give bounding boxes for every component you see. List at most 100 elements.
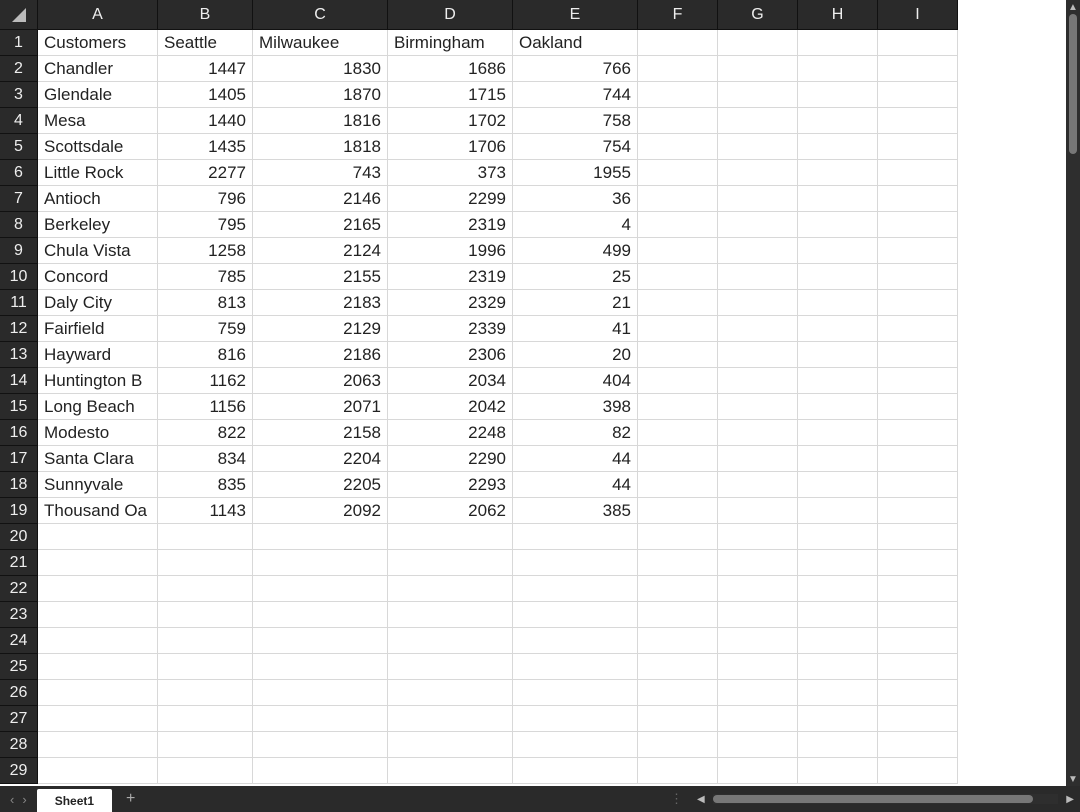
- cell-F4[interactable]: [638, 108, 718, 134]
- cell-G5[interactable]: [718, 134, 798, 160]
- cell-C7[interactable]: 2146: [253, 186, 388, 212]
- cell-E3[interactable]: 744: [513, 82, 638, 108]
- cell-A19[interactable]: Thousand Oa: [38, 498, 158, 524]
- cell-D20[interactable]: [388, 524, 513, 550]
- cell-G17[interactable]: [718, 446, 798, 472]
- cell-D18[interactable]: 2293: [388, 472, 513, 498]
- cell-H11[interactable]: [798, 290, 878, 316]
- cell-E22[interactable]: [513, 576, 638, 602]
- cell-G8[interactable]: [718, 212, 798, 238]
- cell-C2[interactable]: 1830: [253, 56, 388, 82]
- cell-B4[interactable]: 1440: [158, 108, 253, 134]
- cell-F15[interactable]: [638, 394, 718, 420]
- row-header-13[interactable]: 13: [0, 342, 38, 368]
- cell-C18[interactable]: 2205: [253, 472, 388, 498]
- cell-D23[interactable]: [388, 602, 513, 628]
- cell-F29[interactable]: [638, 758, 718, 784]
- row-header-25[interactable]: 25: [0, 654, 38, 680]
- cell-G28[interactable]: [718, 732, 798, 758]
- column-header-C[interactable]: C: [253, 0, 388, 30]
- cell-H2[interactable]: [798, 56, 878, 82]
- cell-A22[interactable]: [38, 576, 158, 602]
- cell-E20[interactable]: [513, 524, 638, 550]
- cell-G16[interactable]: [718, 420, 798, 446]
- cell-A8[interactable]: Berkeley: [38, 212, 158, 238]
- vertical-scroll-track[interactable]: [1068, 14, 1078, 772]
- cell-F7[interactable]: [638, 186, 718, 212]
- cell-E11[interactable]: 21: [513, 290, 638, 316]
- cell-I7[interactable]: [878, 186, 958, 212]
- cell-I9[interactable]: [878, 238, 958, 264]
- row-header-8[interactable]: 8: [0, 212, 38, 238]
- cell-B5[interactable]: 1435: [158, 134, 253, 160]
- cell-G12[interactable]: [718, 316, 798, 342]
- cell-G22[interactable]: [718, 576, 798, 602]
- cell-H29[interactable]: [798, 758, 878, 784]
- cell-D26[interactable]: [388, 680, 513, 706]
- cell-E19[interactable]: 385: [513, 498, 638, 524]
- row-header-16[interactable]: 16: [0, 420, 38, 446]
- cell-E10[interactable]: 25: [513, 264, 638, 290]
- cell-I3[interactable]: [878, 82, 958, 108]
- cell-H15[interactable]: [798, 394, 878, 420]
- row-header-7[interactable]: 7: [0, 186, 38, 212]
- cell-A14[interactable]: Huntington B: [38, 368, 158, 394]
- sheet-tab-active[interactable]: Sheet1: [37, 789, 112, 812]
- cell-E18[interactable]: 44: [513, 472, 638, 498]
- cell-F27[interactable]: [638, 706, 718, 732]
- cell-A12[interactable]: Fairfield: [38, 316, 158, 342]
- cell-D21[interactable]: [388, 550, 513, 576]
- row-header-9[interactable]: 9: [0, 238, 38, 264]
- cell-A17[interactable]: Santa Clara: [38, 446, 158, 472]
- cell-C21[interactable]: [253, 550, 388, 576]
- scroll-down-icon[interactable]: ▼: [1066, 772, 1080, 786]
- cell-B27[interactable]: [158, 706, 253, 732]
- row-header-29[interactable]: 29: [0, 758, 38, 784]
- cell-H23[interactable]: [798, 602, 878, 628]
- cell-A23[interactable]: [38, 602, 158, 628]
- cell-G13[interactable]: [718, 342, 798, 368]
- row-header-15[interactable]: 15: [0, 394, 38, 420]
- cell-C29[interactable]: [253, 758, 388, 784]
- cell-B16[interactable]: 822: [158, 420, 253, 446]
- cell-I20[interactable]: [878, 524, 958, 550]
- cell-E29[interactable]: [513, 758, 638, 784]
- cell-E21[interactable]: [513, 550, 638, 576]
- cell-B3[interactable]: 1405: [158, 82, 253, 108]
- row-header-1[interactable]: 1: [0, 30, 38, 56]
- row-header-6[interactable]: 6: [0, 160, 38, 186]
- cell-G18[interactable]: [718, 472, 798, 498]
- column-header-B[interactable]: B: [158, 0, 253, 30]
- cell-C19[interactable]: 2092: [253, 498, 388, 524]
- cell-B29[interactable]: [158, 758, 253, 784]
- cell-G14[interactable]: [718, 368, 798, 394]
- cell-C28[interactable]: [253, 732, 388, 758]
- cell-H10[interactable]: [798, 264, 878, 290]
- horizontal-scroll-thumb[interactable]: [713, 795, 1033, 803]
- scroll-right-icon[interactable]: ▶: [1062, 794, 1078, 805]
- cell-I11[interactable]: [878, 290, 958, 316]
- cell-B14[interactable]: 1162: [158, 368, 253, 394]
- cell-F2[interactable]: [638, 56, 718, 82]
- cell-A6[interactable]: Little Rock: [38, 160, 158, 186]
- cell-A27[interactable]: [38, 706, 158, 732]
- cell-D1[interactable]: Birmingham: [388, 30, 513, 56]
- cell-I4[interactable]: [878, 108, 958, 134]
- cell-I22[interactable]: [878, 576, 958, 602]
- cell-G7[interactable]: [718, 186, 798, 212]
- cell-F26[interactable]: [638, 680, 718, 706]
- cell-H9[interactable]: [798, 238, 878, 264]
- cell-A1[interactable]: Customers: [38, 30, 158, 56]
- cell-E8[interactable]: 4: [513, 212, 638, 238]
- cell-I26[interactable]: [878, 680, 958, 706]
- cell-B9[interactable]: 1258: [158, 238, 253, 264]
- cell-E28[interactable]: [513, 732, 638, 758]
- cell-F9[interactable]: [638, 238, 718, 264]
- row-header-4[interactable]: 4: [0, 108, 38, 134]
- tab-next-button[interactable]: ›: [20, 792, 28, 807]
- cell-E25[interactable]: [513, 654, 638, 680]
- cell-I24[interactable]: [878, 628, 958, 654]
- cell-F12[interactable]: [638, 316, 718, 342]
- cell-E6[interactable]: 1955: [513, 160, 638, 186]
- column-header-F[interactable]: F: [638, 0, 718, 30]
